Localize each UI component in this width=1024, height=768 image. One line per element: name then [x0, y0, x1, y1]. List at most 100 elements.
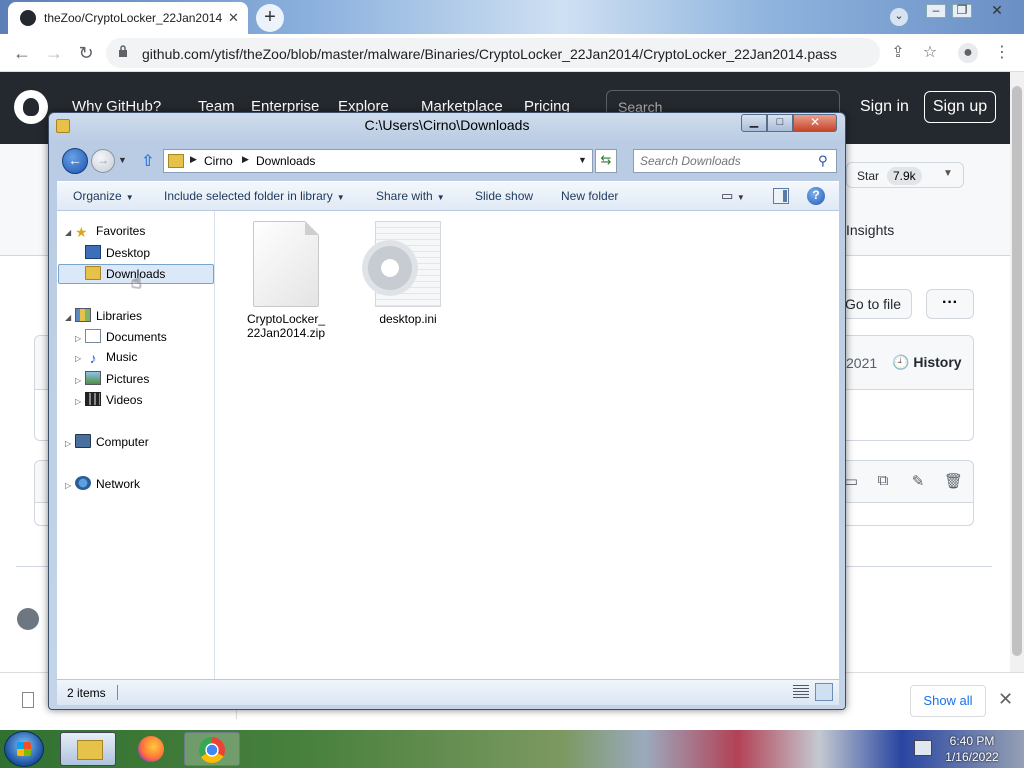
explorer-status-bar: 2 items — [57, 679, 839, 705]
zip-file-icon — [253, 221, 319, 307]
page-scrollbar[interactable] — [1010, 72, 1024, 672]
file-item[interactable]: CryptoLocker_22Jan2014.zip — [236, 221, 336, 340]
history-link[interactable]: 🕘 History — [892, 354, 962, 371]
details-view-icon[interactable] — [793, 685, 809, 699]
file-name: desktop.ini — [379, 312, 437, 326]
chevron-down-icon[interactable]: ▼ — [943, 168, 953, 179]
breadcrumb-cirno[interactable]: Cirno — [204, 154, 233, 168]
github-footer-logo-icon — [17, 608, 39, 630]
browser-tab[interactable]: theZoo/CryptoLocker_22Jan2014 ✕ — [8, 2, 248, 34]
share-icon[interactable]: ⇪ — [888, 43, 908, 63]
forward-arrow-icon[interactable]: → — [42, 41, 66, 65]
taskbar-firefox-icon[interactable] — [124, 732, 180, 766]
tree-item-computer[interactable]: ▷ Computer — [65, 434, 149, 449]
close-icon[interactable]: ✕ — [998, 689, 1013, 710]
tab-title: theZoo/CryptoLocker_22Jan2014 — [44, 11, 222, 25]
lock-icon — [119, 45, 127, 57]
slide-show-button[interactable]: Slide show — [475, 189, 533, 203]
expand-arrow-icon[interactable]: ◢ — [65, 228, 75, 237]
tree-item-downloads[interactable]: Downloads — [85, 266, 165, 281]
tab-insights[interactable]: Insights — [846, 222, 894, 238]
pencil-icon[interactable]: ✎ — [909, 472, 927, 490]
tree-item-libraries[interactable]: ◢ Libraries — [65, 308, 142, 323]
address-bar[interactable]: github.com/ytisf/theZoo/blob/master/malw… — [106, 38, 880, 68]
organize-button[interactable]: Organize ▼ — [73, 189, 134, 203]
copy-icon[interactable]: ⧉ — [874, 472, 892, 490]
explorer-close-button[interactable]: ✕ — [793, 114, 837, 132]
commit-date: 2021 — [846, 355, 878, 371]
tree-item-desktop[interactable]: Desktop — [85, 245, 150, 260]
refresh-icon[interactable]: ⇆ — [595, 149, 617, 173]
kebab-menu-icon[interactable]: ⋮ — [992, 43, 1012, 63]
up-arrow-icon[interactable]: ⇧ — [141, 151, 154, 171]
tree-item-favorites[interactable]: ◢ ★ Favorites — [65, 224, 145, 239]
taskbar-explorer-icon[interactable] — [60, 732, 116, 766]
profile-avatar-icon[interactable]: ● — [958, 43, 978, 63]
taskbar-chrome-icon[interactable] — [184, 732, 240, 766]
explorer-search-box[interactable]: ⚲ — [633, 149, 837, 173]
tree-item-pictures[interactable]: ▷ Pictures — [75, 371, 149, 386]
file-item[interactable]: desktop.ini — [358, 221, 458, 326]
tree-item-documents[interactable]: ▷ Documents — [75, 329, 167, 344]
file-list-pane: CryptoLocker_22Jan2014.zip desktop.ini — [216, 211, 839, 679]
github-logo-icon[interactable] — [14, 90, 48, 124]
download-file-icon[interactable] — [22, 692, 34, 708]
breadcrumb-arrow-icon[interactable]: ▶ — [242, 154, 249, 165]
gear-icon — [362, 240, 418, 296]
share-with-button[interactable]: Share with ▼ — [376, 189, 445, 203]
sign-up-button[interactable]: Sign up — [924, 91, 996, 123]
back-arrow-icon[interactable]: ← — [10, 41, 34, 65]
forward-arrow-icon[interactable]: → — [91, 149, 115, 173]
windows-start-button[interactable] — [4, 731, 44, 767]
preview-pane-icon[interactable] — [773, 188, 789, 204]
browser-minimize-button[interactable]: – — [926, 4, 946, 18]
collapse-arrow-icon[interactable]: ▷ — [65, 439, 75, 448]
new-tab-button[interactable]: + — [256, 4, 284, 32]
pictures-icon — [85, 371, 101, 385]
expand-arrow-icon[interactable]: ◢ — [65, 313, 75, 322]
computer-icon — [75, 434, 91, 448]
collapse-arrow-icon[interactable]: ▷ — [75, 376, 85, 385]
bookmark-star-icon[interactable]: ☆ — [920, 43, 940, 63]
film-strip-icon — [85, 392, 101, 406]
browser-restore-button[interactable]: ❐ — [952, 4, 972, 18]
go-to-file-button[interactable]: Go to file — [840, 289, 912, 319]
back-arrow-icon[interactable]: ← — [62, 148, 88, 174]
tree-item-network[interactable]: ▷ Network — [65, 476, 140, 491]
breadcrumb-arrow-icon[interactable]: ▶ — [190, 154, 197, 165]
network-tray-icon[interactable] — [914, 740, 932, 756]
explorer-navigation-bar: ← → ▼ ⇧ ▶ Cirno ▶ Downloads ▼ ⇆ ⚲ — [61, 147, 837, 175]
collapse-arrow-icon[interactable]: ▷ — [65, 481, 75, 490]
tree-item-music[interactable]: ▷ ♪ Music — [75, 350, 137, 365]
large-icons-view-icon[interactable] — [815, 683, 833, 701]
explorer-minimize-button[interactable]: ▁ — [741, 114, 767, 132]
tab-search-chevron-icon[interactable]: ⌄ — [890, 8, 908, 26]
trash-icon[interactable]: 🗑 — [944, 472, 963, 490]
more-options-button[interactable]: ··· — [926, 289, 974, 319]
change-view-icon[interactable]: ▭ ▼ — [721, 188, 745, 204]
collapse-arrow-icon[interactable]: ▷ — [75, 397, 85, 406]
search-icon[interactable]: ⚲ — [818, 153, 828, 169]
show-all-button[interactable]: Show all — [910, 685, 986, 717]
reload-icon[interactable]: ↻ — [74, 41, 98, 65]
address-dropdown-icon[interactable]: ▼ — [578, 155, 587, 165]
breadcrumb-downloads[interactable]: Downloads — [256, 154, 315, 168]
explorer-maximize-button[interactable]: □ — [767, 114, 793, 132]
explorer-address-bar[interactable]: ▶ Cirno ▶ Downloads ▼ — [163, 149, 593, 173]
collapse-arrow-icon[interactable]: ▷ — [75, 334, 85, 343]
collapse-arrow-icon[interactable]: ▷ — [75, 354, 85, 363]
github-favicon-icon — [20, 10, 36, 26]
star-button[interactable]: Star 7.9k ▼ — [846, 162, 964, 188]
include-in-library-button[interactable]: Include selected folder in library ▼ — [164, 189, 345, 203]
system-clock[interactable]: 6:40 PM 1/16/2022 — [940, 733, 1004, 765]
tab-close-icon[interactable]: ✕ — [228, 10, 239, 26]
browser-close-button[interactable]: ✕ — [980, 3, 1014, 18]
explorer-command-bar: Organize ▼ Include selected folder in lib… — [57, 181, 839, 211]
explorer-search-input[interactable] — [640, 154, 810, 168]
item-count: 2 items — [67, 686, 106, 700]
new-folder-button[interactable]: New folder — [561, 189, 618, 203]
tree-item-videos[interactable]: ▷ Videos — [75, 392, 142, 407]
sign-in-link[interactable]: Sign in — [860, 98, 909, 116]
help-icon[interactable]: ? — [807, 187, 825, 205]
recent-pages-chevron-icon[interactable]: ▼ — [118, 155, 127, 165]
